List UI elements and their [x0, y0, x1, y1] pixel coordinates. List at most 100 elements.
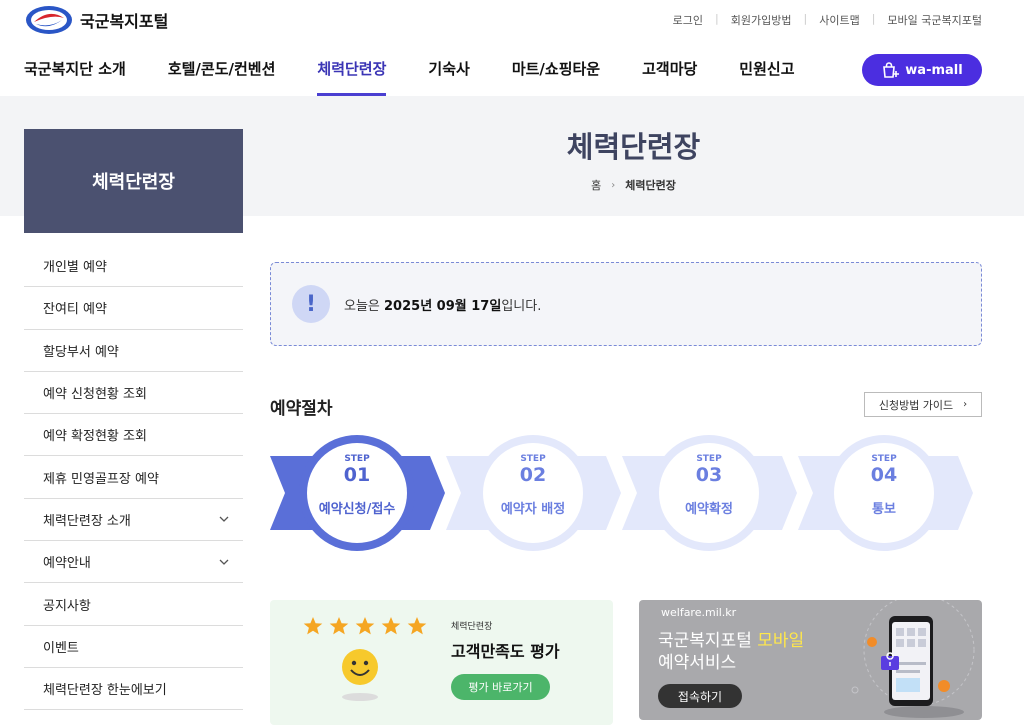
- mobile-title-highlight: 모바일: [757, 631, 805, 651]
- sidebar-item-overview[interactable]: 체력단련장 한눈에보기: [24, 668, 243, 711]
- mobile-portal-link[interactable]: 모바일 국군복지포털: [887, 12, 982, 28]
- sidebar-item-personal-booking[interactable]: 개인별 예약: [24, 245, 243, 288]
- sidebar-item-label: 공지사항: [43, 598, 91, 614]
- mobile-title-a: 국군복지포털: [658, 631, 758, 651]
- sidebar-item-intro[interactable]: 체력단련장 소개: [24, 499, 243, 542]
- mobile-phone-icon: [851, 600, 975, 718]
- breadcrumb: 홈 › 체력단련장: [243, 177, 1024, 193]
- sidebar-item-remaining-tee[interactable]: 잔여티 예약: [24, 287, 243, 330]
- step-label: 통보: [872, 502, 896, 517]
- satisfaction-survey-card: 체력단련장 고객만족도 평가 평가 바로가기: [270, 600, 613, 725]
- connect-button[interactable]: 접속하기: [658, 684, 742, 708]
- step-number: 03: [695, 464, 723, 486]
- star-icon: [303, 617, 323, 635]
- sidebar-item-department-booking[interactable]: 할당부서 예약: [24, 330, 243, 372]
- step-label: 예약확정: [685, 502, 733, 517]
- guide-button[interactable]: 신청방법 가이드 ›: [864, 392, 982, 417]
- star-icon: [407, 617, 427, 635]
- step-4: STEP 04 통보: [829, 454, 939, 517]
- chevron-right-icon: ›: [611, 179, 616, 191]
- nav-mart[interactable]: 마트/쇼핑타운: [512, 58, 600, 96]
- sidebar-item-label: 예약 확정현황 조회: [43, 429, 147, 445]
- utility-links: 로그인 | 회원가입방법 | 사이트맵 | 모바일 국군복지포털: [673, 12, 982, 28]
- rating-stars: [303, 616, 433, 636]
- sidebar-title: 체력단련장: [24, 129, 243, 233]
- procedure-steps: STEP 01 예약신청/접수 STEP 02 예약자 배정 STEP 03 예…: [270, 432, 982, 554]
- sidebar-item-label: 할당부서 예약: [43, 344, 119, 360]
- emblem-icon: [26, 6, 72, 34]
- wa-mall-label: wa-mall: [905, 62, 963, 78]
- exclamation-icon: !: [292, 285, 330, 323]
- site-name: 국군복지포털: [80, 12, 169, 31]
- smiley-icon: [342, 649, 378, 701]
- step-number: 04: [870, 464, 898, 486]
- survey-caption: 체력단련장: [451, 622, 493, 632]
- page-title: 체력단련장: [566, 130, 701, 164]
- chevron-right-icon: ›: [963, 399, 968, 410]
- star-icon: [381, 617, 401, 635]
- mobile-service-card: welfare.mil.kr 국군복지포털 모바일 예약서비스 접속하기: [639, 600, 982, 720]
- step-number: 02: [519, 464, 547, 486]
- step-3: STEP 03 예약확정: [654, 454, 764, 517]
- sidebar-item-notice[interactable]: 공지사항: [24, 583, 243, 626]
- sidebar-item-label: 이벤트: [43, 640, 79, 656]
- today-date: 2025년 09월 17일: [384, 298, 502, 314]
- login-link[interactable]: 로그인: [673, 12, 703, 28]
- sidebar-item-label: 제휴 민영골프장 예약: [43, 471, 159, 487]
- chevron-down-icon: [219, 516, 229, 523]
- mobile-title: 국군복지포털 모바일 예약서비스: [658, 630, 804, 674]
- sitemap-link[interactable]: 사이트맵: [819, 12, 859, 28]
- sidebar-item-application-status[interactable]: 예약 신청현황 조회: [24, 372, 243, 415]
- sidebar-item-partner-golf[interactable]: 제휴 민영골프장 예약: [24, 456, 243, 499]
- today-notice: ! 오늘은 2025년 09월 17일입니다.: [270, 262, 982, 346]
- sidebar-item-label: 개인별 예약: [43, 260, 107, 276]
- star-icon: [329, 617, 349, 635]
- sidebar-item-label: 예약 신청현황 조회: [43, 387, 147, 403]
- step-2: STEP 02 예약자 배정: [478, 454, 588, 517]
- site-logo[interactable]: 국군복지포털: [24, 4, 168, 36]
- breadcrumb-home[interactable]: 홈: [591, 177, 601, 193]
- breadcrumb-current: 체력단련장: [625, 179, 676, 192]
- header: 국군복지포털 로그인 | 회원가입방법 | 사이트맵 | 모바일 국군복지포털 …: [0, 0, 1024, 96]
- divider: |: [803, 12, 808, 25]
- wa-mall-button[interactable]: wa-mall: [862, 54, 982, 86]
- shopping-bag-icon: [883, 62, 900, 78]
- sidebar-item-label: 체력단련장 한눈에보기: [43, 683, 167, 699]
- nav-complaint[interactable]: 민원신고: [739, 58, 794, 96]
- sidebar-item-label: 예약안내: [43, 556, 91, 572]
- mobile-url: welfare.mil.kr: [661, 606, 737, 619]
- divider: |: [871, 12, 876, 25]
- nav-fitness[interactable]: 체력단련장: [317, 58, 387, 96]
- sidebar-item-booking-info[interactable]: 예약안내: [24, 541, 243, 584]
- guide-button-label: 신청방법 가이드: [878, 398, 954, 412]
- main-nav: 국군복지단 소개 호텔/콘도/컨벤션 체력단련장 기숙사 마트/쇼핑타운 고객마…: [24, 58, 837, 96]
- nav-intro[interactable]: 국군복지단 소개: [24, 58, 126, 96]
- step-caption: STEP: [520, 454, 546, 464]
- today-prefix: 오늘은: [344, 298, 385, 314]
- survey-button[interactable]: 평가 바로가기: [451, 674, 550, 700]
- sidebar-menu: 개인별 예약 잔여티 예약 할당부서 예약 예약 신청현황 조회 예약 확정현황…: [24, 245, 243, 711]
- sidebar-item-label: 체력단련장 소개: [43, 513, 131, 529]
- mobile-title-b: 예약서비스: [658, 653, 737, 673]
- step-number: 01: [343, 464, 371, 486]
- sidebar-item-event[interactable]: 이벤트: [24, 626, 243, 668]
- nav-hotel[interactable]: 호텔/콘도/컨벤션: [168, 58, 276, 96]
- sidebar-item-label: 잔여티 예약: [43, 302, 107, 318]
- step-caption: STEP: [871, 454, 897, 464]
- step-caption: STEP: [696, 454, 722, 464]
- step-caption: STEP: [344, 454, 370, 464]
- nav-dormitory[interactable]: 기숙사: [428, 58, 469, 96]
- step-label: 예약자 배정: [500, 502, 566, 517]
- signup-guide-link[interactable]: 회원가입방법: [731, 12, 792, 28]
- today-text: 오늘은 2025년 09월 17일입니다.: [344, 295, 541, 314]
- step-label: 예약신청/접수: [318, 502, 396, 517]
- survey-title: 고객만족도 평가: [451, 642, 560, 661]
- star-icon: [355, 617, 375, 635]
- nav-customer[interactable]: 고객마당: [642, 58, 697, 96]
- today-suffix: 입니다.: [501, 298, 542, 314]
- chevron-down-icon: [219, 559, 229, 565]
- procedure-title: 예약절차: [270, 399, 333, 419]
- step-1: STEP 01 예약신청/접수: [302, 454, 412, 517]
- divider: |: [715, 12, 719, 25]
- sidebar-item-confirmed-status[interactable]: 예약 확정현황 조회: [24, 414, 243, 457]
